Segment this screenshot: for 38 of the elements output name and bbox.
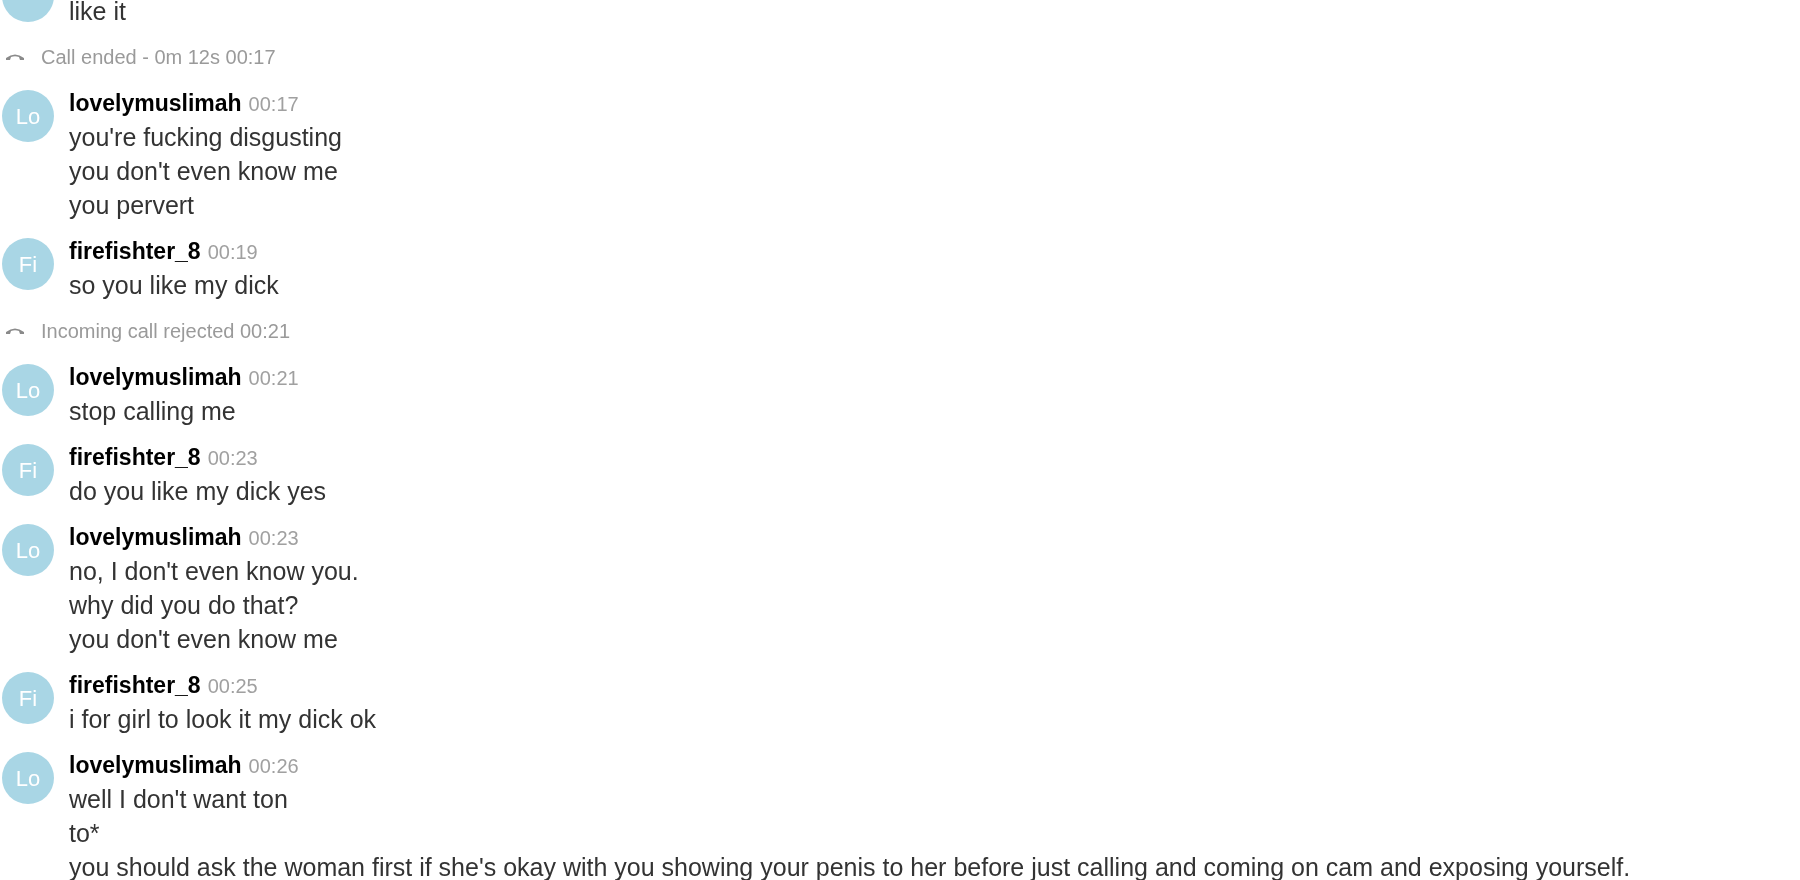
author-name: firefishter_8	[69, 671, 201, 700]
timestamp: 00:25	[207, 674, 258, 699]
message-text: like it	[69, 0, 126, 27]
avatar: Lo	[2, 524, 54, 576]
author-name: firefishter_8	[69, 237, 201, 266]
avatar: Fi	[2, 238, 54, 290]
author-name: firefishter_8	[69, 443, 201, 472]
author-name: lovelymuslimah	[69, 89, 242, 118]
message-text: stop calling me	[69, 396, 237, 427]
timestamp: 00:21	[248, 366, 299, 391]
timestamp: 00:17	[248, 92, 299, 117]
message-text: so you like my dick	[69, 270, 279, 301]
message-text: you pervert	[69, 190, 196, 221]
message-text: do you like my dick yes	[69, 476, 327, 507]
author-name: lovelymuslimah	[69, 751, 242, 780]
timestamp: 00:26	[248, 754, 299, 779]
timestamp: 00:23	[248, 526, 299, 551]
timestamp: 00:23	[207, 446, 258, 471]
message-text: to*	[69, 818, 101, 849]
message-text: i for girl to look it my dick ok	[69, 704, 377, 735]
message-text: well I don't want ton	[69, 784, 289, 815]
message-text: you don't even know me	[69, 624, 339, 655]
avatar: Fi	[2, 672, 54, 724]
timestamp: 00:19	[207, 240, 258, 265]
phone-icon	[5, 52, 25, 62]
phone-icon	[5, 326, 25, 336]
avatar: Fi	[2, 444, 54, 496]
call-status: Incoming call rejected 00:21	[41, 319, 291, 344]
message-text: why did you do that?	[69, 590, 300, 621]
avatar: Lo	[2, 90, 54, 142]
call-status: Call ended - 0m 12s 00:17	[41, 45, 276, 70]
message-text: you're fucking disgusting	[69, 122, 342, 153]
avatar: Lo	[2, 752, 54, 804]
avatar: Lo	[2, 364, 54, 416]
message-text: you don't even know me	[69, 156, 339, 187]
author-name: lovelymuslimah	[69, 363, 242, 392]
author-name: lovelymuslimah	[69, 523, 242, 552]
message-text: no, I don't even know you.	[69, 556, 359, 587]
